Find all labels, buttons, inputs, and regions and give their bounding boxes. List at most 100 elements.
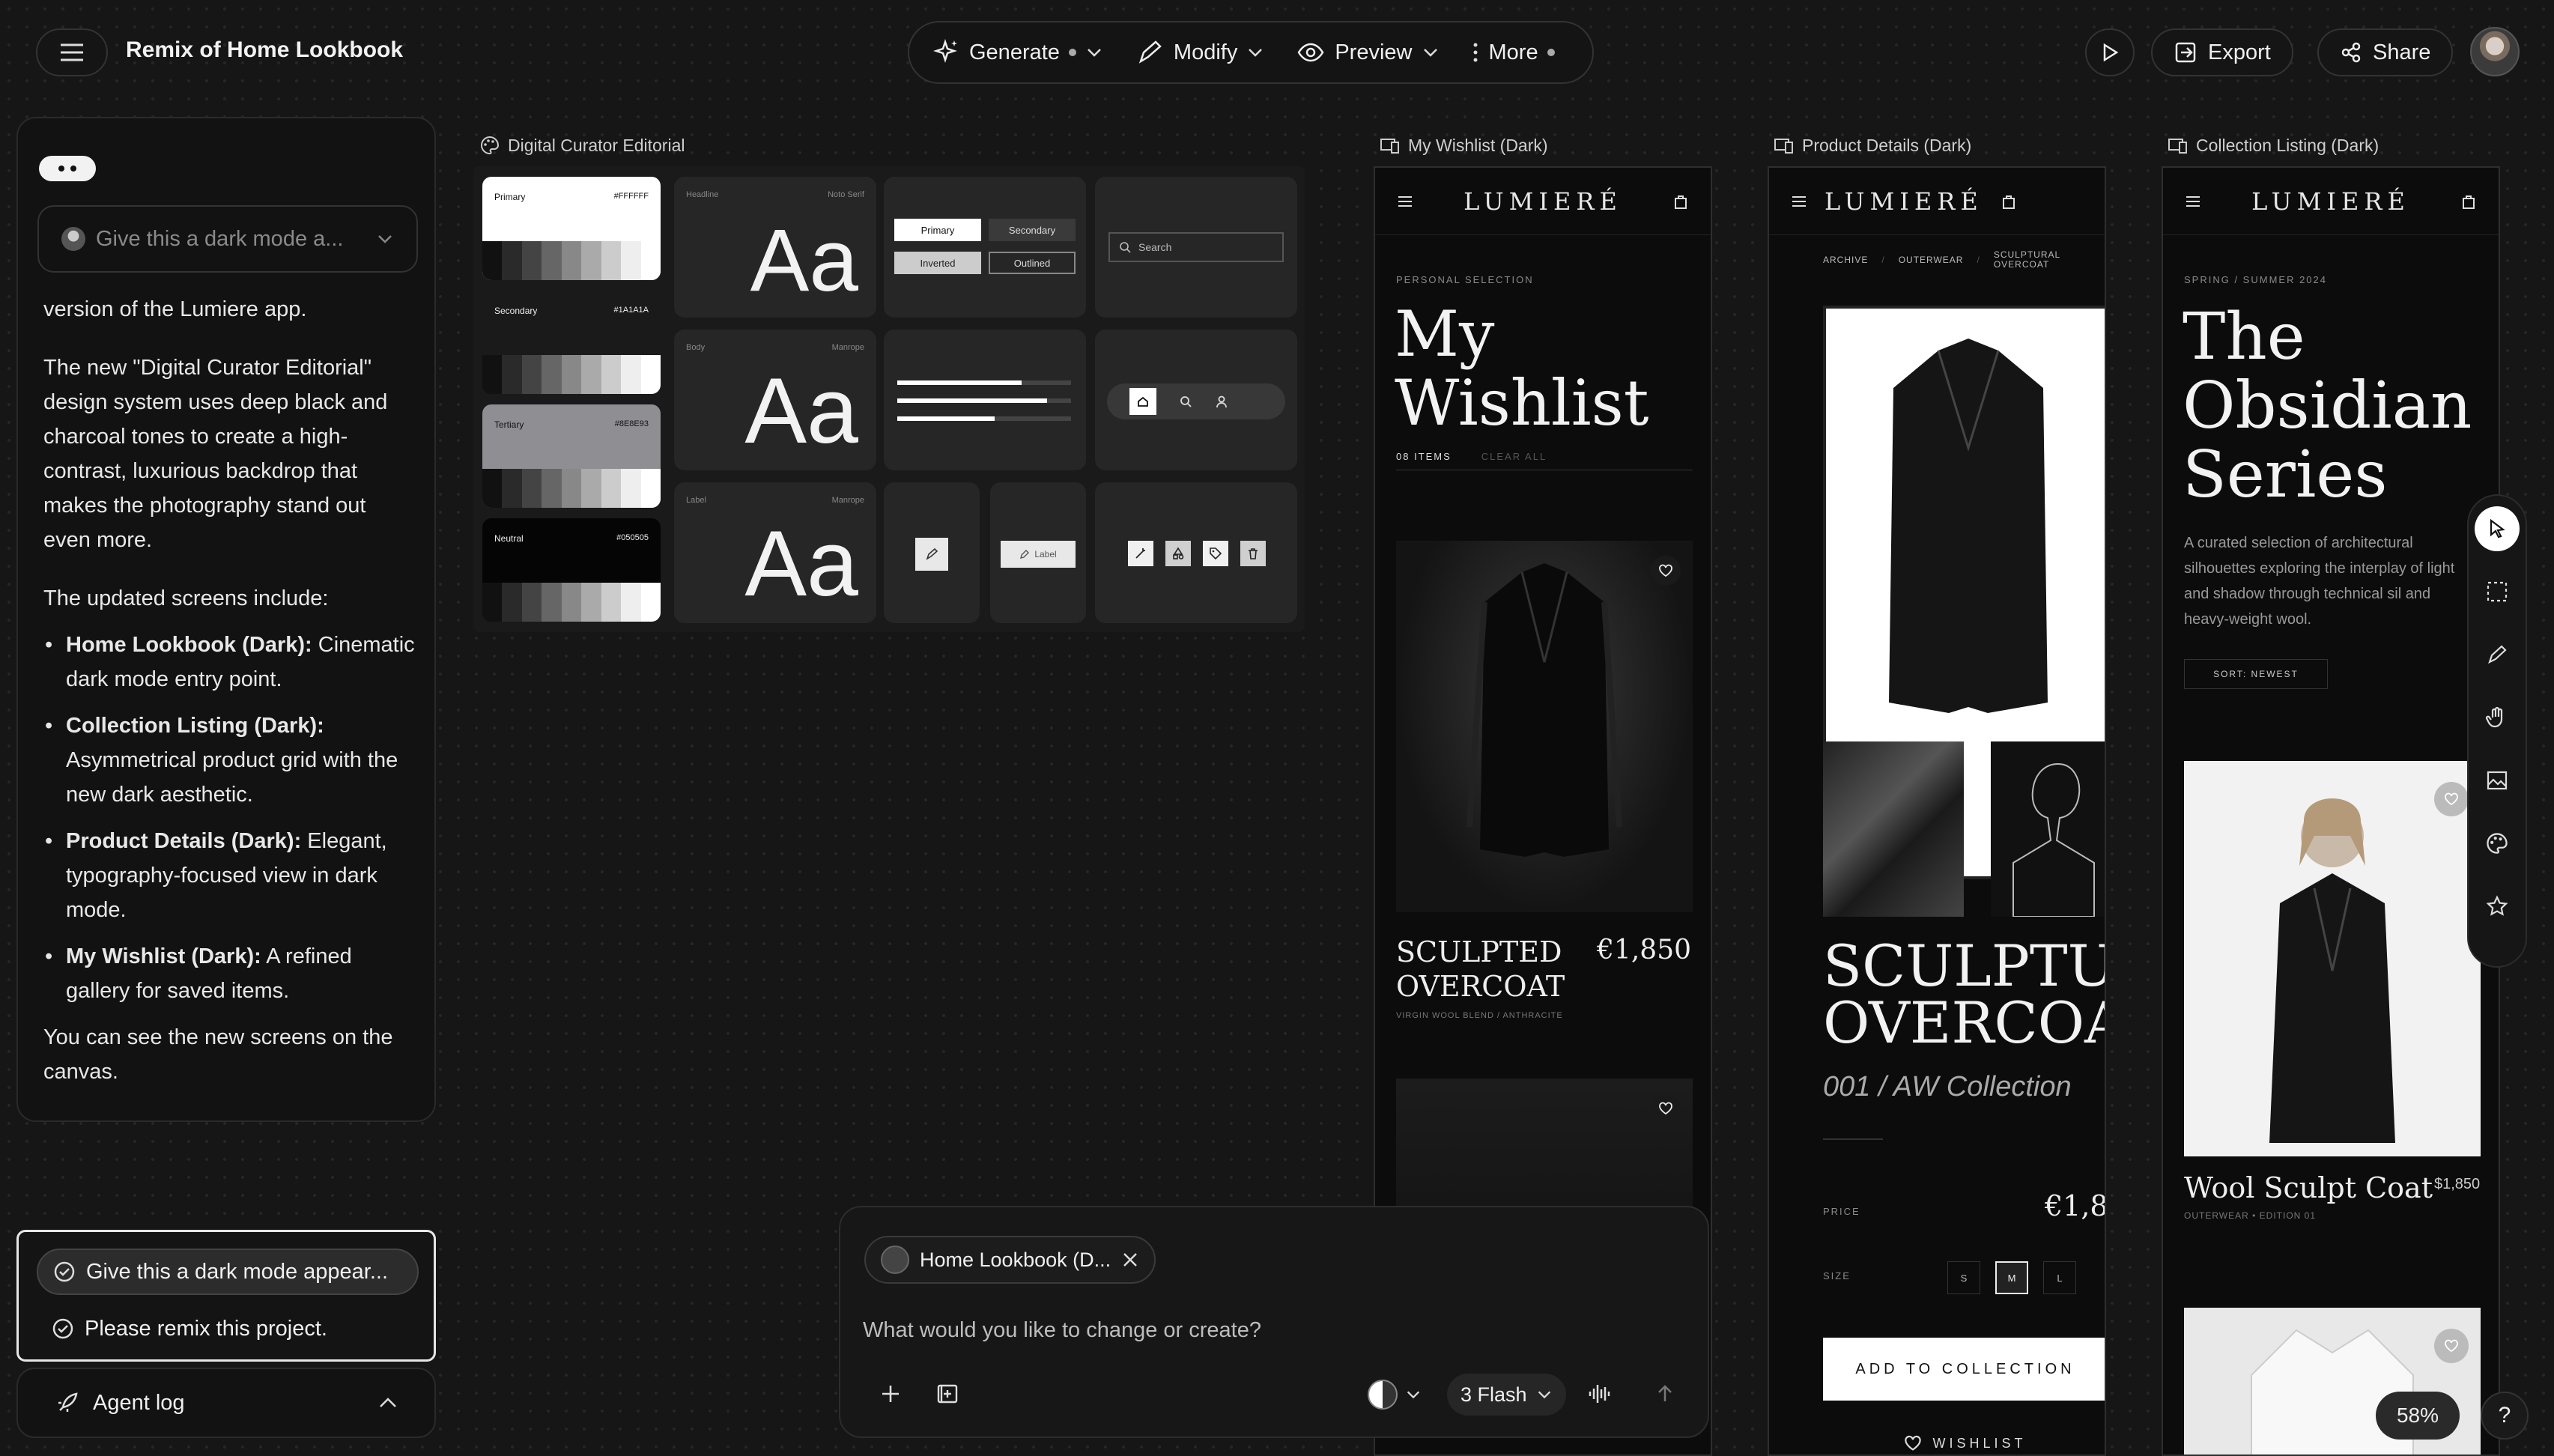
icons-card: [1095, 482, 1297, 623]
frame-label-product[interactable]: Product Details (Dark): [1774, 135, 1971, 156]
chevron-down-icon: [378, 235, 392, 243]
swatch-secondary: Secondary #1A1A1A: [482, 291, 661, 394]
theme-tool[interactable]: [2475, 821, 2520, 866]
send-button[interactable]: [1648, 1377, 1682, 1411]
size-option[interactable]: S: [1947, 1261, 1980, 1294]
collection-title: The Obsidian Series: [2183, 300, 2472, 512]
theme-mode-dropdown[interactable]: [1359, 1374, 1431, 1416]
user-avatar[interactable]: [2470, 27, 2520, 76]
chat-paragraph-1: The new "Digital Curator Editorial" desi…: [43, 356, 388, 552]
share-label: Share: [2373, 40, 2431, 64]
breadcrumb-item[interactable]: ARCHIVE: [1823, 255, 1868, 265]
brand-logo: LUMIERÉ: [1824, 186, 1983, 216]
detail-thumb-1[interactable]: [1823, 741, 1964, 917]
product-screen[interactable]: LUMIERÉ ARCHIVE / OUTERWEAR / SCULPTURAL O…: [1768, 166, 2106, 1456]
draw-tool[interactable]: [2475, 632, 2520, 677]
breadcrumb-item[interactable]: OUTERWEAR: [1899, 255, 1964, 265]
wishlist-topbar: LUMIERÉ: [1375, 168, 1711, 235]
selection-box-icon: [2487, 581, 2508, 602]
hand-icon: [2485, 706, 2503, 728]
play-button[interactable]: [2085, 28, 2135, 76]
bag-icon[interactable]: [1673, 193, 1688, 210]
detail-thumb-2[interactable]: [1991, 741, 2105, 917]
zoom-indicator[interactable]: 58%: [2376, 1392, 2460, 1440]
size-option-selected[interactable]: M: [1995, 1261, 2028, 1294]
clear-all-link[interactable]: CLEAR ALL: [1481, 451, 1547, 462]
heart-button[interactable]: [2434, 1329, 2469, 1363]
preview-menu[interactable]: Preview: [1296, 37, 1439, 67]
type-role: Label: [686, 496, 706, 505]
history-item-active[interactable]: Give this a dark mode appear...: [37, 1249, 419, 1295]
breadcrumb-item[interactable]: SCULPTURAL OVERCOAT: [1994, 250, 2076, 270]
type-role: Headline: [686, 190, 719, 199]
frame-title: Collection Listing (Dark): [2196, 135, 2379, 155]
heart-button[interactable]: [1651, 556, 1681, 586]
wishlist-button[interactable]: WISHLIST: [1823, 1435, 2105, 1452]
type-card-label: Label Manrope Aa: [674, 482, 876, 623]
agent-log-toggle[interactable]: Agent log: [16, 1368, 436, 1438]
main-toolbar: Generate Modify Preview More: [908, 21, 1594, 84]
sample-button-outlined: Outlined: [989, 252, 1076, 274]
sort-label: SORT: NEWEST: [2213, 669, 2299, 679]
price-label: PRICE: [1823, 1206, 1860, 1217]
icon-button-card: [884, 482, 980, 623]
context-chip[interactable]: Home Lookbook (D...: [864, 1236, 1156, 1284]
heart-button[interactable]: [2434, 782, 2469, 816]
more-menu[interactable]: More: [1471, 40, 1555, 65]
sample-icon-button: [915, 538, 948, 571]
heart-button[interactable]: [1651, 1093, 1681, 1123]
product-image[interactable]: [1396, 541, 1693, 912]
pan-tool[interactable]: [2475, 695, 2520, 740]
add-to-collection-button[interactable]: ADD TO COLLECTION: [1823, 1338, 2105, 1401]
size-option[interactable]: L: [2043, 1261, 2076, 1294]
home-icon: [1129, 388, 1156, 415]
bag-icon[interactable]: [2461, 193, 2476, 210]
hamburger-icon[interactable]: [1398, 195, 1413, 207]
favorite-tool[interactable]: [2475, 884, 2520, 929]
model-dropdown[interactable]: 3 Flash: [1447, 1374, 1566, 1416]
frame-label-wishlist[interactable]: My Wishlist (Dark): [1380, 135, 1548, 156]
lines-card: [884, 330, 1086, 470]
trash-icon: [1240, 541, 1266, 566]
generate-menu[interactable]: Generate: [930, 37, 1103, 67]
frame-label-design-system[interactable]: Digital Curator Editorial: [479, 135, 685, 156]
devices-icon: [1380, 139, 1399, 154]
product-topbar: LUMIERÉ: [1769, 168, 2105, 235]
heart-icon: [1659, 564, 1672, 577]
composer: Home Lookbook (D... [data-name="prompt-i…: [839, 1206, 1709, 1438]
star-icon: [2486, 895, 2508, 916]
select-tool[interactable]: [2475, 506, 2520, 551]
type-card-headline: Headline Noto Serif Aa: [674, 177, 876, 318]
help-button[interactable]: ?: [2481, 1392, 2529, 1440]
share-button[interactable]: Share: [2317, 28, 2454, 76]
frame-title: Digital Curator Editorial: [508, 135, 685, 155]
add-screen-button[interactable]: [930, 1377, 965, 1411]
search-icon: [1120, 242, 1131, 253]
bag-icon[interactable]: [2001, 193, 2016, 210]
chevron-down-icon: [1407, 1391, 1420, 1399]
sort-button[interactable]: SORT: NEWEST: [2184, 659, 2328, 689]
design-system-board[interactable]: Primary #FFFFFF Secondary #1A1A1A Tertia…: [473, 166, 1305, 632]
marquee-tool[interactable]: [2475, 569, 2520, 614]
modify-menu[interactable]: Modify: [1135, 37, 1264, 67]
collection-screen[interactable]: LUMIERÉ SPRING / SUMMER 2024 The Obsidian…: [2162, 166, 2500, 1456]
hamburger-icon[interactable]: [1792, 195, 1807, 207]
history-item[interactable]: Please remix this project.: [52, 1310, 327, 1347]
prompt-input[interactable]: [863, 1309, 1612, 1351]
swatch-name: Tertiary: [494, 419, 524, 430]
add-attachment-button[interactable]: [873, 1377, 908, 1411]
voice-button[interactable]: [1582, 1377, 1616, 1411]
devices-icon: [1774, 139, 1793, 154]
history-label: Please remix this project.: [85, 1316, 327, 1341]
product-image[interactable]: [2184, 761, 2481, 1156]
search-card: Search: [1095, 177, 1297, 318]
image-tool[interactable]: [2475, 758, 2520, 803]
menu-button[interactable]: [36, 28, 108, 76]
export-button[interactable]: Export: [2151, 28, 2293, 76]
help-icon: ?: [2498, 1403, 2511, 1428]
wishlist-meta: 08 ITEMS CLEAR ALL: [1396, 451, 1693, 470]
prompt-chip[interactable]: Give this a dark mode a...: [37, 205, 418, 273]
frame-label-collection[interactable]: Collection Listing (Dark): [2168, 135, 2379, 156]
close-icon[interactable]: [1121, 1251, 1139, 1269]
hamburger-icon[interactable]: [2186, 195, 2200, 207]
